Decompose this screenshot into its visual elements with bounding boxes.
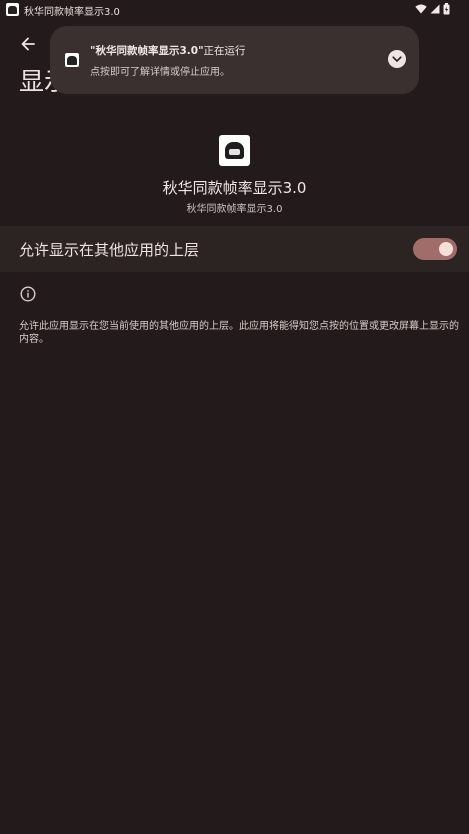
- back-arrow-icon: [21, 37, 35, 51]
- app-name: 秋华同款帧率显示3.0: [162, 179, 307, 197]
- permission-label: 允许显示在其他应用的上层: [19, 241, 200, 259]
- notification-title-suffix: 正在运行: [203, 45, 246, 57]
- toggle-knob: [439, 242, 453, 256]
- notification-title: "秋华同款帧率显示3.0"正在运行: [90, 43, 246, 58]
- status-icons: [415, 3, 450, 15]
- permission-description: 允许此应用显示在您当前使用的其他应用的上层。此应用将能得知您点按的位置或更改屏幕…: [19, 321, 459, 345]
- running-app-notification[interactable]: "秋华同款帧率显示3.0"正在运行 点按即可了解详情或停止应用。: [50, 26, 419, 94]
- chevron-down-icon: [392, 55, 402, 62]
- status-app-icon: [6, 3, 19, 16]
- permission-toggle-switch[interactable]: [413, 238, 457, 260]
- notification-app-name: "秋华同款帧率显示3.0": [90, 45, 204, 57]
- notification-expand-button[interactable]: [388, 50, 406, 68]
- screen: 秋华同款帧率显示3.0 显示在其他应用的上层 "秋华同款帧率显示3.0"正在运行…: [0, 0, 469, 834]
- app-version: 秋华同款帧率显示3.0: [186, 204, 283, 215]
- notification-app-icon: [65, 53, 79, 67]
- notification-subtitle: 点按即可了解详情或停止应用。: [90, 67, 230, 78]
- app-icon: [219, 135, 250, 166]
- wifi-icon: [415, 4, 427, 14]
- status-bar: 秋华同款帧率显示3.0: [0, 0, 469, 20]
- back-button[interactable]: [14, 33, 42, 55]
- signal-icon: [430, 4, 440, 14]
- info-icon: [20, 286, 36, 302]
- battery-icon: [443, 3, 450, 15]
- permission-toggle-row[interactable]: 允许显示在其他应用的上层: [0, 226, 469, 272]
- status-bar-title: 秋华同款帧率显示3.0: [24, 7, 120, 18]
